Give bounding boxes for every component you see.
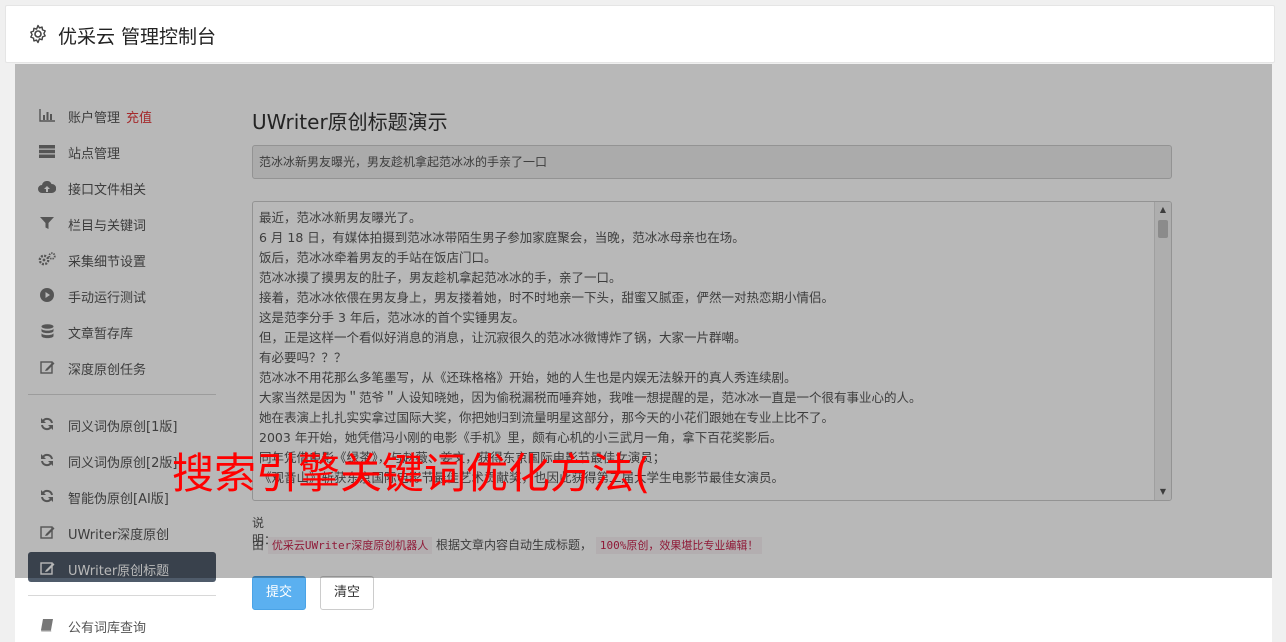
page-title: 优采云 管理控制台 bbox=[58, 26, 217, 48]
sidebar-item-label: 采集细节设置 bbox=[68, 255, 147, 270]
sidebar-divider bbox=[28, 394, 216, 395]
bar-chart-icon bbox=[38, 108, 56, 122]
sidebar-item-label: 账户管理 bbox=[68, 111, 121, 126]
sidebar-item-uwriter-title[interactable]: UWriter原创标题 bbox=[28, 552, 216, 582]
sidebar-item-label: 手动运行测试 bbox=[68, 291, 147, 306]
scrollbar[interactable]: ▲ ▼ bbox=[1154, 202, 1171, 500]
section-heading: UWriter原创标题演示 bbox=[252, 110, 448, 134]
sidebar-item-label: 站点管理 bbox=[68, 147, 121, 162]
title-input[interactable]: 范冰冰新男友曝光，男友趁机拿起范冰冰的手亲了一口 bbox=[252, 145, 1172, 179]
sidebar-item-label: 深度原创任务 bbox=[68, 363, 147, 378]
edit-icon bbox=[38, 561, 56, 575]
database-icon bbox=[38, 323, 56, 338]
server-icon bbox=[38, 144, 56, 158]
scrollbar-thumb[interactable] bbox=[1158, 220, 1168, 238]
sidebar-item-columns-keywords[interactable]: 栏目与关键词 bbox=[28, 207, 216, 237]
article-line: 大家当然是因为＂范爷＂人设知晓她，因为偷税漏税而唾弃她，我唯一想提醒的是，范冰冰… bbox=[259, 390, 922, 405]
article-line: 饭后，范冰冰牵着男友的手站在饭店门口。 bbox=[259, 250, 497, 265]
book-icon bbox=[38, 618, 56, 632]
submit-button[interactable]: 提交 bbox=[252, 576, 306, 610]
note-robot-name: 优采云UWriter深度原创机器人 bbox=[267, 537, 433, 554]
scroll-up-arrow-icon[interactable]: ▲ bbox=[1155, 202, 1171, 218]
note-middle: 根据文章内容自动生成标题， bbox=[436, 538, 593, 552]
gear-icon bbox=[30, 24, 46, 44]
article-line: 6 月 18 日，有媒体拍摄到范冰冰带陌生男子参加家庭聚会，当晚，范冰冰母亲也在… bbox=[259, 230, 745, 245]
article-line: 但，正是这样一个看似好消息的消息，让沉寂很久的范冰冰微博炸了锅，大家一片群嘲。 bbox=[259, 330, 747, 345]
article-line: 范冰冰不用花那么多笔墨写，从《还珠格格》开始，她的人生也是内娱无法躲开的真人秀连… bbox=[259, 370, 797, 385]
sidebar-item-label: 栏目与关键词 bbox=[68, 219, 147, 234]
article-line: 有必要吗？？？ bbox=[259, 350, 347, 365]
article-line: 这是范李分手 3 年后，范冰冰的首个实锤男友。 bbox=[259, 310, 525, 325]
sidebar-item-label: UWriter原创标题 bbox=[68, 564, 170, 579]
top-header: 优采云 管理控制台 bbox=[5, 5, 1275, 63]
sidebar-item-account[interactable]: 账户管理 充值 bbox=[28, 99, 216, 129]
sidebar-item-public-lexicon[interactable]: 公有词库查询 bbox=[28, 609, 216, 639]
sidebar-item-label: 智能伪原创[AI版] bbox=[68, 492, 169, 507]
refresh-icon bbox=[38, 417, 56, 431]
sidebar-item-collect-settings[interactable]: 采集细节设置 bbox=[28, 243, 216, 273]
note-text: 由 优采云UWriter深度原创机器人 根据文章内容自动生成标题， 100%原创… bbox=[252, 536, 763, 554]
article-line: 接着，范冰冰依偎在男友身上，男友搂着她，时不时地亲一下头，甜蜜又腻歪，俨然一对热… bbox=[259, 290, 835, 305]
play-circle-icon bbox=[38, 288, 56, 302]
filter-icon bbox=[38, 216, 56, 230]
watermark-text: 搜索引擎关键词优化方法( bbox=[172, 449, 651, 498]
scroll-down-arrow-icon[interactable]: ▼ bbox=[1155, 484, 1171, 500]
sidebar-item-article-storage[interactable]: 文章暂存库 bbox=[28, 315, 216, 345]
sidebar-item-uwriter-deep[interactable]: UWriter深度原创 bbox=[28, 516, 216, 546]
article-line: 范冰冰摸了摸男友的肚子，男友趁机拿起范冰冰的手，亲了一口。 bbox=[259, 270, 622, 285]
sidebar-item-synonym-v1[interactable]: 同义词伪原创[1版] bbox=[28, 408, 216, 438]
sidebar-item-label: 同义词伪原创[1版] bbox=[68, 420, 178, 435]
article-line: 她在表演上扎扎实实拿过国际大奖，你把她归到流量明星这部分，那今天的小花们跟她在专… bbox=[259, 410, 835, 425]
sidebar-item-deep-original-task[interactable]: 深度原创任务 bbox=[28, 351, 216, 381]
sidebar-divider bbox=[28, 595, 216, 596]
note-prefix: 由 bbox=[252, 538, 265, 552]
note-highlight: 100%原创，效果堪比专业编辑！ bbox=[595, 537, 763, 554]
cloud-upload-icon bbox=[38, 180, 56, 194]
sidebar-item-sites[interactable]: 站点管理 bbox=[28, 135, 216, 165]
sidebar-item-label: UWriter深度原创 bbox=[68, 528, 170, 543]
clear-button[interactable]: 清空 bbox=[320, 576, 374, 610]
article-line: 最近，范冰冰新男友曝光了。 bbox=[259, 210, 422, 225]
refresh-icon bbox=[38, 489, 56, 503]
sidebar-item-label: 公有词库查询 bbox=[68, 621, 147, 636]
recharge-link[interactable]: 充值 bbox=[126, 111, 152, 126]
edit-icon bbox=[38, 525, 56, 539]
sidebar-item-label: 接口文件相关 bbox=[68, 183, 147, 198]
sidebar-item-interface-files[interactable]: 接口文件相关 bbox=[28, 171, 216, 201]
edit-icon bbox=[38, 360, 56, 374]
sidebar-item-manual-run[interactable]: 手动运行测试 bbox=[28, 279, 216, 309]
gears-icon bbox=[38, 252, 56, 266]
sidebar-item-label: 同义词伪原创[2版] bbox=[68, 456, 178, 471]
refresh-icon bbox=[38, 453, 56, 467]
sidebar-item-label: 文章暂存库 bbox=[68, 327, 134, 342]
